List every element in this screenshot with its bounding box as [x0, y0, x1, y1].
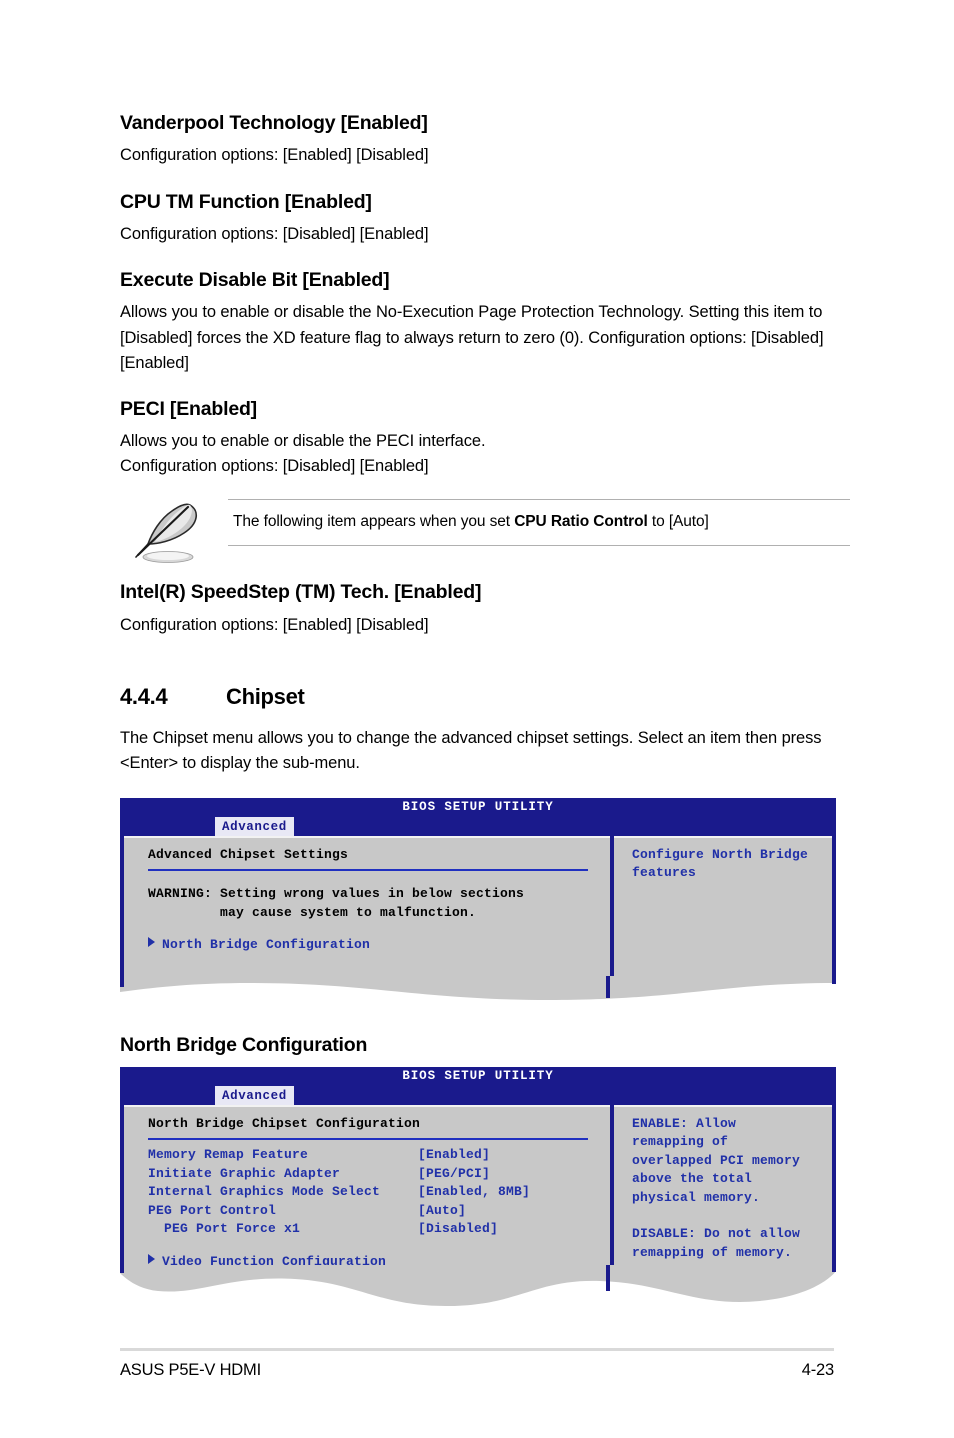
bios-setting-value: [Disabled] — [418, 1221, 499, 1237]
bios-setting-label: Initiate Graphic Adapter — [148, 1165, 341, 1181]
bios-settings-list: Memory Remap Feature [Enabled] Initiate G… — [148, 1146, 610, 1238]
bios-setting-label: PEG Port Force x1 — [148, 1221, 301, 1237]
bios-setting-label: Memory Remap Feature — [148, 1147, 309, 1163]
bios-warning-line-2: may cause system to malfunction. — [148, 904, 477, 920]
bios-help-line: above the total — [632, 1171, 753, 1187]
bios-tabrow-2: Advanced — [120, 1085, 836, 1105]
bios-tab-advanced-1[interactable]: Advanced — [215, 816, 294, 836]
feather-pen-icon — [135, 503, 197, 564]
bios-warning-line-1: WARNING: Setting wrong values in below s… — [148, 886, 525, 902]
bios-setting-value: [PEG/PCI] — [418, 1165, 491, 1181]
bios-setting-row[interactable]: Memory Remap Feature [Enabled] — [148, 1146, 610, 1164]
bios-help-line-2: features — [632, 865, 697, 881]
bios-setting-value: [Enabled, 8MB] — [418, 1184, 531, 1200]
item-heading-cpu-tm: CPU TM Function [Enabled] — [120, 190, 372, 213]
item-body-execute-disable-bit: Allows you to enable or disable the No-E… — [120, 303, 824, 372]
note-text-before: The following item appears when you set — [233, 513, 515, 531]
bios-setting-row[interactable]: PEG Port Force x1 [Disabled] — [148, 1220, 610, 1238]
item-heading-vanderpool: Vanderpool Technology [Enabled] — [120, 112, 428, 134]
bios-help-line: overlapped PCI memory — [632, 1152, 801, 1168]
section-intro: The Chipset menu allows you to change th… — [120, 728, 822, 772]
triangle-right-icon — [148, 937, 155, 948]
bios-title-1: BIOS SETUP UTILITY — [402, 799, 554, 814]
bios-help-line-1: Configure North Bridge — [632, 846, 809, 862]
bios-body-1: Advanced Chipset Settings WARNING: Setti… — [120, 835, 836, 976]
triangle-right-icon — [148, 1253, 155, 1264]
bios-help-line: remapping of — [632, 1134, 729, 1150]
note-text-after: to [Auto] — [647, 513, 709, 531]
bios-setting-value: [Enabled] — [418, 1147, 491, 1163]
bios-setting-row[interactable]: Initiate Graphic Adapter [PEG/PCI] — [148, 1165, 610, 1183]
bios-help-line-blank — [632, 1207, 832, 1225]
item-body-cpu-tm: Configuration options: [Disabled] [Enabl… — [120, 224, 429, 243]
bios-help-line: DISABLE: Do not allow — [632, 1226, 801, 1242]
bios-panel-heading-1: Advanced Chipset Settings — [148, 846, 349, 862]
section-heading: 4.4.4 Chipset — [120, 684, 850, 710]
bios-setting-value: [Auto] — [418, 1202, 467, 1218]
item-body-vanderpool: Configuration options: [Enabled] [Disabl… — [120, 146, 429, 165]
bios-left-pane-2: North Bridge Chipset Configuration Memor… — [124, 1104, 614, 1269]
item-heading-execute-disable-bit: Execute Disable Bit [Enabled] — [120, 269, 390, 291]
manual-page: Vanderpool Technology [Enabled] Configur… — [0, 0, 954, 1438]
bios-screenshot-north-bridge: BIOS SETUP UTILITY Advanced North Bridge… — [120, 1066, 836, 1307]
page-content: Vanderpool Technology [Enabled] Configur… — [120, 112, 850, 1307]
bios-setting-row[interactable]: PEG Port Control [Auto] — [148, 1202, 610, 1220]
bios-titlebar-1: BIOS SETUP UTILITY — [120, 797, 836, 817]
item-heading-peci: PECI [Enabled] — [120, 397, 257, 420]
note-rules: The following item appears when you set … — [228, 499, 850, 546]
bios-help-line: remapping of memory. — [632, 1244, 793, 1260]
bios-tab-advanced-2[interactable]: Advanced — [215, 1085, 294, 1105]
bios-help-line: ENABLE: Allow — [632, 1115, 737, 1131]
footer-divider — [120, 1348, 834, 1351]
bios-screenshot-chipset: BIOS SETUP UTILITY Advanced Advanced Chi… — [120, 797, 836, 1000]
item-body-speedstep: Configuration options: [Enabled] [Disabl… — [120, 615, 429, 634]
bios-title-2: BIOS SETUP UTILITY — [402, 1068, 554, 1083]
bios-torn-edge-2 — [120, 1264, 836, 1307]
bios-body-2: North Bridge Chipset Configuration Memor… — [120, 1104, 836, 1269]
bios-help-line: physical memory. — [632, 1189, 761, 1205]
item-body-peci: Allows you to enable or disable the PECI… — [120, 432, 486, 476]
note-text-bold: CPU Ratio Control — [514, 513, 648, 531]
bios-torn-edge-1 — [120, 975, 836, 1000]
section-title: Chipset — [226, 683, 305, 709]
item-heading-speedstep: Intel(R) SpeedStep (TM) Tech. [Enabled] — [120, 581, 482, 604]
bios-titlebar-2: BIOS SETUP UTILITY — [120, 1066, 836, 1086]
bios-help-pane-2: ENABLE: Allow remapping of overlapped PC… — [614, 1105, 832, 1265]
bios-submenu-north-bridge[interactable]: North Bridge Configuration — [148, 936, 610, 954]
bios-setting-label: Internal Graphics Mode Select — [148, 1184, 381, 1200]
bios-left-pane-1: Advanced Chipset Settings WARNING: Setti… — [124, 835, 614, 976]
footer-page-number: 4-23 — [801, 1361, 834, 1379]
bios-help-pane-1: Configure North Bridge features — [614, 836, 832, 976]
subsection-heading: North Bridge Configuration — [120, 1033, 368, 1056]
section-number: 4.4.4 — [120, 683, 168, 709]
note-box: The following item appears when you set … — [120, 499, 850, 564]
bios-setting-label: PEG Port Control — [148, 1202, 277, 1218]
bios-setting-row[interactable]: Internal Graphics Mode Select [Enabled, 8… — [148, 1183, 610, 1201]
bios-panel-heading-2: North Bridge Chipset Configuration — [148, 1115, 421, 1131]
bios-tabrow-1: Advanced — [120, 816, 836, 836]
footer-product-name: ASUS P5E-V HDMI — [120, 1361, 261, 1379]
bios-submenu-label-1: North Bridge Configuration — [162, 937, 371, 953]
note-text: The following item appears when you set … — [233, 511, 850, 533]
